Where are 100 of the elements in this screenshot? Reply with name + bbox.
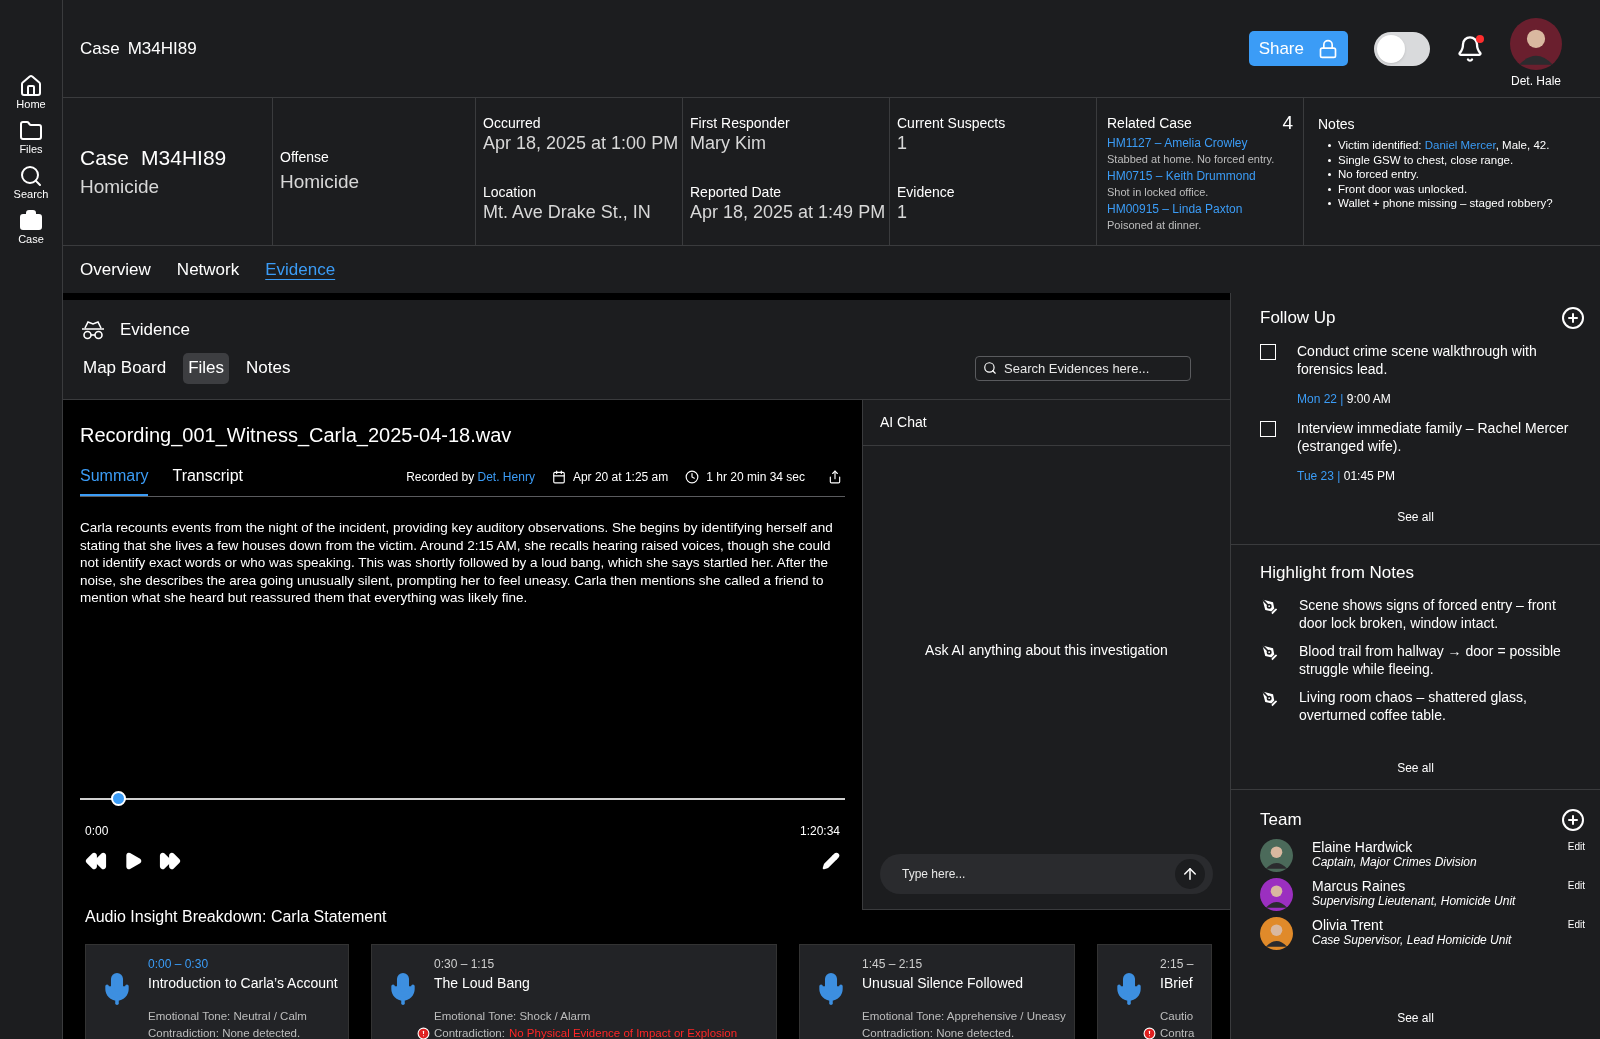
field-label: Current Suspects bbox=[897, 115, 1007, 132]
checkbox[interactable] bbox=[1260, 420, 1276, 437]
segment-contradiction: Contra bbox=[1160, 1026, 1195, 1039]
user-name: Det. Hale bbox=[1511, 72, 1561, 90]
chat-input[interactable]: Type here... bbox=[880, 854, 1213, 894]
tab[interactable]: Evidence bbox=[265, 256, 336, 283]
search-icon bbox=[983, 360, 997, 375]
pen-nib-icon bbox=[1260, 642, 1280, 663]
case-type: Homicide bbox=[80, 175, 161, 199]
search-field[interactable]: Search Evidences here... bbox=[975, 355, 1191, 381]
segment-time: 1:45 – 2:15 bbox=[862, 956, 924, 973]
total-time: 1:20:34 bbox=[799, 823, 840, 840]
segment-card[interactable]: 2:15 – IBrief Cautio Contra bbox=[1097, 944, 1212, 1039]
segment-card[interactable]: 0:30 – 1:15 The Loud Bang Emotional Tone: Shock / Alarm Contradiction: No Physical Evidence of Impact or Explosion bbox=[371, 944, 777, 1039]
segment-contradiction: Contradiction: None detected. bbox=[862, 1026, 1015, 1039]
field-label: Offense bbox=[280, 147, 330, 167]
task-text: Interview immediate family – Rachel Mercer (estranged wife). bbox=[1297, 418, 1570, 455]
note-link[interactable]: Daniel Mercer bbox=[1424, 139, 1496, 151]
see-all-link[interactable]: See all bbox=[1397, 1009, 1434, 1027]
see-all-link[interactable]: See all bbox=[1397, 508, 1434, 526]
lock-icon bbox=[1318, 38, 1338, 59]
fast-forward-icon[interactable] bbox=[159, 850, 181, 872]
bullet-icon bbox=[1328, 158, 1331, 162]
related-count: 4 bbox=[1282, 113, 1293, 134]
avatar-icon bbox=[1510, 17, 1562, 70]
file-name: Recording_001_Witness_Carla_2025-04-18.wav bbox=[80, 423, 513, 449]
field-value: Apr 18, 2025 at 1:49 PM bbox=[690, 201, 882, 223]
recorded-by: Recorded by Det. Henry bbox=[406, 469, 535, 486]
edit-link[interactable]: Edit bbox=[1567, 877, 1585, 893]
related-case-link[interactable]: HM00915 – Linda Paxton bbox=[1107, 201, 1293, 217]
field-value: Mary Kim bbox=[690, 132, 767, 154]
field-label: Evidence bbox=[897, 184, 956, 201]
sidebar-item[interactable]: Search bbox=[13, 164, 49, 200]
tab[interactable]: Network bbox=[176, 256, 240, 283]
segment-contradiction: Contradiction: bbox=[434, 1026, 505, 1039]
subtab[interactable]: Notes bbox=[243, 352, 294, 384]
edit-link[interactable]: Edit bbox=[1567, 838, 1585, 854]
related-case-description: Stabbed at home. No forced entry. bbox=[1107, 152, 1276, 167]
task-text: Conduct crime scene walkthrough with forensics lead. bbox=[1297, 341, 1538, 378]
progress-track[interactable] bbox=[80, 791, 845, 807]
checkbox[interactable] bbox=[1260, 343, 1276, 360]
field-label: Related Case bbox=[1107, 114, 1192, 133]
segment-tone: Cautio bbox=[1160, 1009, 1195, 1024]
highlight-text: Living room chaos – shattered glass, overturned coffee table. bbox=[1299, 687, 1528, 724]
tab[interactable]: Summary bbox=[80, 464, 149, 496]
note-text: Single GSW to chest, close range. bbox=[1338, 152, 1514, 167]
segment-title: IBrief bbox=[1160, 974, 1194, 993]
add-icon[interactable] bbox=[1561, 807, 1585, 832]
field-label: Occurred bbox=[483, 115, 542, 132]
task-due: Mon 22 | 9:00 AM bbox=[1297, 390, 1392, 408]
case-title: Case M34HI89 bbox=[80, 144, 228, 171]
edit-link[interactable]: Edit bbox=[1567, 916, 1585, 932]
subtab[interactable]: Files bbox=[183, 352, 230, 384]
field-value: 1 bbox=[897, 201, 908, 223]
recording-date: Apr 20 at 1:25 am bbox=[572, 469, 669, 486]
sidebar-item[interactable]: Home bbox=[16, 74, 46, 110]
subtab[interactable]: Map Board bbox=[80, 352, 170, 384]
pencil-icon[interactable] bbox=[822, 852, 840, 870]
highlight-text: Blood trail from hallway → door = possible struggle while fleeing. bbox=[1299, 641, 1562, 678]
see-all-link[interactable]: See all bbox=[1397, 759, 1434, 777]
related-case-link[interactable]: HM1127 – Amelia Crowley bbox=[1107, 135, 1293, 151]
bell-icon[interactable] bbox=[1456, 34, 1484, 63]
segment-time: 2:15 – bbox=[1160, 956, 1195, 973]
recorder-link[interactable]: Det. Henry bbox=[477, 470, 535, 484]
theme-toggle[interactable] bbox=[1374, 31, 1430, 66]
pen-nib-icon bbox=[1260, 596, 1280, 617]
related-case-description: Shot in locked office. bbox=[1107, 185, 1210, 200]
note-text: Front door was unlocked. bbox=[1338, 181, 1468, 196]
breakdown-title: Audio Insight Breakdown: Carla Statement bbox=[85, 907, 388, 927]
share-icon[interactable] bbox=[828, 470, 842, 484]
segment-tone: Emotional Tone: Neutral / Calm bbox=[148, 1009, 308, 1024]
section-title: Team bbox=[1260, 809, 1302, 831]
play-icon[interactable] bbox=[123, 851, 143, 871]
add-icon[interactable] bbox=[1561, 305, 1585, 330]
tab[interactable]: Transcript bbox=[172, 464, 243, 496]
sidebar-item[interactable]: Case bbox=[18, 209, 44, 245]
member-role: Supervising Lieutenant, Homicide Unit bbox=[1312, 894, 1517, 909]
clock-icon bbox=[685, 470, 700, 484]
section-title: Evidence bbox=[120, 319, 190, 341]
rewind-icon[interactable] bbox=[85, 850, 107, 872]
contradiction-finding: No Physical Evidence of Impact or Explosion bbox=[508, 1026, 738, 1039]
bullet-icon bbox=[1328, 202, 1331, 205]
segment-card[interactable]: 0:00 – 0:30 Introduction to Carla’s Account Emotional Tone: Neutral / Calm Contradiction: None detected. bbox=[85, 944, 349, 1039]
tab[interactable]: Overview bbox=[80, 256, 151, 283]
bullet-icon bbox=[1328, 173, 1331, 176]
bullet-icon bbox=[1328, 187, 1331, 191]
segment-title: The Loud Bang bbox=[434, 974, 531, 993]
segment-contradiction: Contradiction: None detected. bbox=[148, 1026, 301, 1039]
progress-thumb[interactable] bbox=[111, 791, 127, 806]
sidebar-item[interactable]: Files bbox=[19, 119, 43, 155]
elapsed-time: 0:00 bbox=[85, 823, 109, 840]
member-role: Case Supervisor, Lead Homicide Unit bbox=[1312, 933, 1513, 948]
segment-tone: Emotional Tone: Apprehensive / Uneasy bbox=[862, 1009, 1066, 1024]
segment-card[interactable]: 1:45 – 2:15 Unusual Silence Followed Emotional Tone: Apprehensive / Uneasy Contradiction: None detected. bbox=[799, 944, 1075, 1039]
summary-text: Carla recounts events from the night of the incident, providing key auditory observations. She begins by identifying herself and stating that she lives a few houses down from the victim. Around 2:15 AM, she recalls hearing raised voices, though she could not identify exact words or who was speaking. This was shortly followed by a loud bang, which she says startled her. After the noise, she describes the area going unusually silent, prompting her to feel uneasy. Carla then mentions she called a friend to mention what she heard but reassured them that everything was likely fine. bbox=[80, 519, 834, 607]
related-case-link[interactable]: HM0715 – Keith Drummond bbox=[1107, 168, 1293, 184]
note-text: Victim identified: Daniel Mercer, Male, 42. bbox=[1338, 138, 1550, 153]
folder-icon bbox=[19, 119, 43, 143]
member-name: Marcus Raines bbox=[1312, 879, 1407, 894]
segment-time: 0:00 – 0:30 bbox=[148, 956, 210, 973]
